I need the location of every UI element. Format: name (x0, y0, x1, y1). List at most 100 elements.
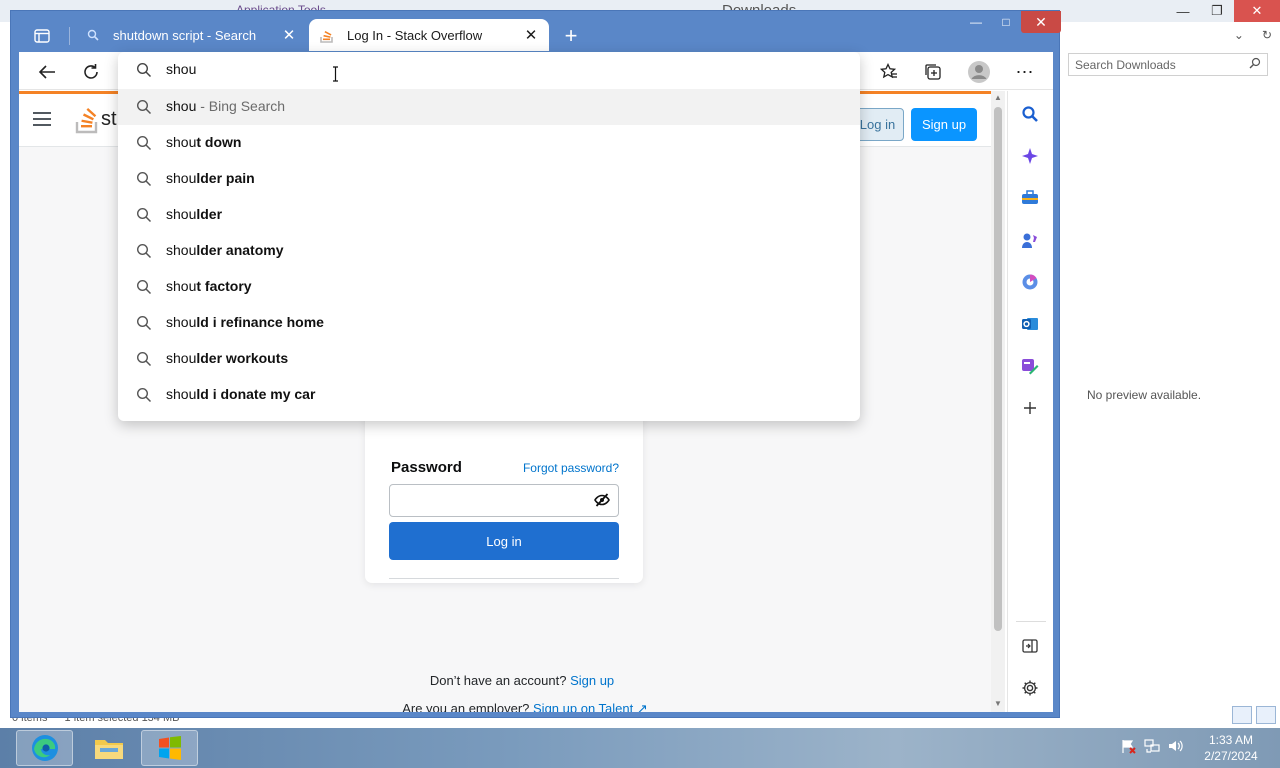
scroll-down-arrow-icon[interactable]: ▼ (994, 699, 1002, 708)
action-center-flag-icon[interactable] (1120, 738, 1136, 757)
profile-button[interactable] (965, 58, 993, 86)
stackoverflow-favicon-icon (319, 27, 335, 43)
sidebar-outlook-icon[interactable] (1019, 313, 1041, 335)
suggestion-item[interactable]: should i refinance home (118, 305, 860, 341)
folder-icon (94, 740, 123, 759)
suggestion-item[interactable]: shoulder (118, 197, 860, 233)
taskbar-clock[interactable]: 1:33 AM 2/27/2024 (1196, 732, 1266, 764)
search-icon (1249, 57, 1261, 72)
scroll-thumb[interactable] (994, 107, 1002, 631)
address-bar-input[interactable]: shou (166, 61, 196, 77)
clock-date: 2/27/2024 (1204, 749, 1258, 763)
sidebar-settings-gear-icon[interactable] (1019, 677, 1041, 699)
employer-text: Are you an employer? (402, 701, 530, 712)
stackoverflow-logo-icon (75, 107, 98, 134)
page-scrollbar[interactable]: ▲ ▼ (991, 91, 1005, 712)
suggestion-item[interactable]: shoulder anatomy (118, 233, 860, 269)
suggestion-typed: shou (166, 350, 197, 366)
refresh-icon (84, 64, 98, 79)
explorer-search-placeholder: Search Downloads (1075, 57, 1176, 72)
suggestion-rest: t down (196, 134, 242, 150)
taskbar-windows-button[interactable] (141, 730, 198, 766)
new-tab-button[interactable]: + (559, 25, 583, 49)
tab-close-icon[interactable]: ✕ (523, 26, 539, 44)
forgot-password-link[interactable]: Forgot password? (523, 461, 619, 475)
tab-label: shutdown script - Search (113, 27, 257, 43)
system-tray (1120, 738, 1184, 757)
search-icon (136, 135, 152, 154)
tab-bar: shutdown script - Search ✕ Log In - Stac… (11, 11, 1061, 53)
suggestion-rest: - Bing Search (196, 98, 286, 114)
explorer-minimize-button[interactable]: — (1166, 0, 1200, 22)
no-account-text: Don’t have an account? (429, 673, 567, 688)
password-field[interactable] (389, 484, 619, 517)
refresh-button[interactable] (77, 58, 105, 86)
suggestion-typed: shou (166, 386, 197, 402)
scroll-up-arrow-icon[interactable]: ▲ (994, 93, 1002, 102)
taskbar-edge-button[interactable] (16, 730, 73, 766)
suggestion-item[interactable]: shoulder workouts (118, 341, 860, 377)
suggestion-typed: shou (166, 242, 197, 258)
explorer-restore-button[interactable]: ❐ (1200, 0, 1234, 22)
search-icon (136, 279, 152, 298)
sidebar-add-icon[interactable] (1019, 397, 1041, 419)
address-bar[interactable]: shou (118, 52, 860, 88)
favorites-star-icon (880, 63, 897, 79)
sidebar-search-icon[interactable] (1019, 103, 1041, 125)
sidebar-designer-icon[interactable] (1019, 355, 1041, 377)
eye-slash-icon[interactable] (594, 492, 610, 511)
volume-icon[interactable] (1168, 738, 1184, 757)
explorer-search-input[interactable]: Search Downloads (1068, 53, 1268, 76)
tab-separator (69, 27, 70, 45)
password-label: Password (391, 459, 462, 476)
card-divider (389, 578, 619, 579)
sidebar-microsoft365-icon[interactable] (1019, 271, 1041, 293)
sidebar-copilot-icon[interactable] (1019, 145, 1041, 167)
suggestion-item[interactable]: shou - Bing Search (118, 89, 860, 125)
explorer-nav-controls: ⌄ ↻ (1060, 24, 1280, 46)
edge-sidebar (1007, 91, 1053, 712)
suggestion-rest: ld i refinance home (196, 314, 324, 330)
network-icon[interactable] (1144, 738, 1160, 757)
profile-avatar-icon (968, 61, 990, 83)
suggestion-item[interactable]: shoulder pain (118, 161, 860, 197)
login-submit-button[interactable]: Log in (389, 522, 619, 560)
search-icon (136, 315, 152, 334)
maximize-button[interactable]: □ (991, 11, 1021, 33)
suggestion-item[interactable]: should i donate my car (118, 377, 860, 413)
refresh-icon[interactable]: ↻ (1262, 28, 1272, 42)
suggestion-typed: shou (166, 314, 197, 330)
explorer-window-controls: — ❐ ✕ (1166, 0, 1280, 22)
header-signup-button[interactable]: Sign up (911, 108, 977, 141)
collections-button[interactable] (919, 58, 947, 86)
close-window-button[interactable]: ✕ (1021, 11, 1061, 33)
sidebar-games-icon[interactable] (1019, 229, 1041, 251)
back-button[interactable] (33, 58, 61, 86)
tab-bing-search[interactable]: shutdown script - Search ✕ (75, 19, 307, 51)
no-account-line: Don’t have an account? Sign up (19, 673, 1005, 688)
chevron-down-icon[interactable]: ⌄ (1234, 28, 1244, 42)
search-icon (136, 171, 152, 190)
details-view-button[interactable] (1232, 706, 1252, 724)
stackoverflow-logo[interactable]: st (75, 104, 117, 134)
settings-more-button[interactable]: ⋯ (1011, 58, 1039, 86)
tab-stackoverflow-login[interactable]: Log In - Stack Overflow ✕ (309, 19, 549, 51)
suggestion-item[interactable]: shout factory (118, 269, 860, 305)
tab-actions-button[interactable] (27, 23, 57, 49)
suggestion-item[interactable]: shout down (118, 125, 860, 161)
preview-view-button[interactable] (1256, 706, 1276, 724)
taskbar-explorer-button[interactable] (80, 730, 137, 766)
collections-icon (925, 64, 941, 80)
minimize-button[interactable]: — (961, 11, 991, 33)
hamburger-menu-icon[interactable] (33, 112, 51, 130)
explorer-close-button[interactable]: ✕ (1234, 0, 1280, 22)
talent-signup-link[interactable]: Sign up on Talent (533, 701, 633, 712)
favorites-button[interactable] (875, 58, 903, 86)
sidebar-divider (1016, 621, 1046, 622)
sidebar-tools-icon[interactable] (1019, 187, 1041, 209)
search-icon (136, 243, 152, 262)
signup-link[interactable]: Sign up (570, 673, 614, 688)
tab-label: Log In - Stack Overflow (347, 27, 483, 43)
tab-close-icon[interactable]: ✕ (281, 26, 297, 44)
sidebar-hide-icon[interactable] (1019, 635, 1041, 657)
